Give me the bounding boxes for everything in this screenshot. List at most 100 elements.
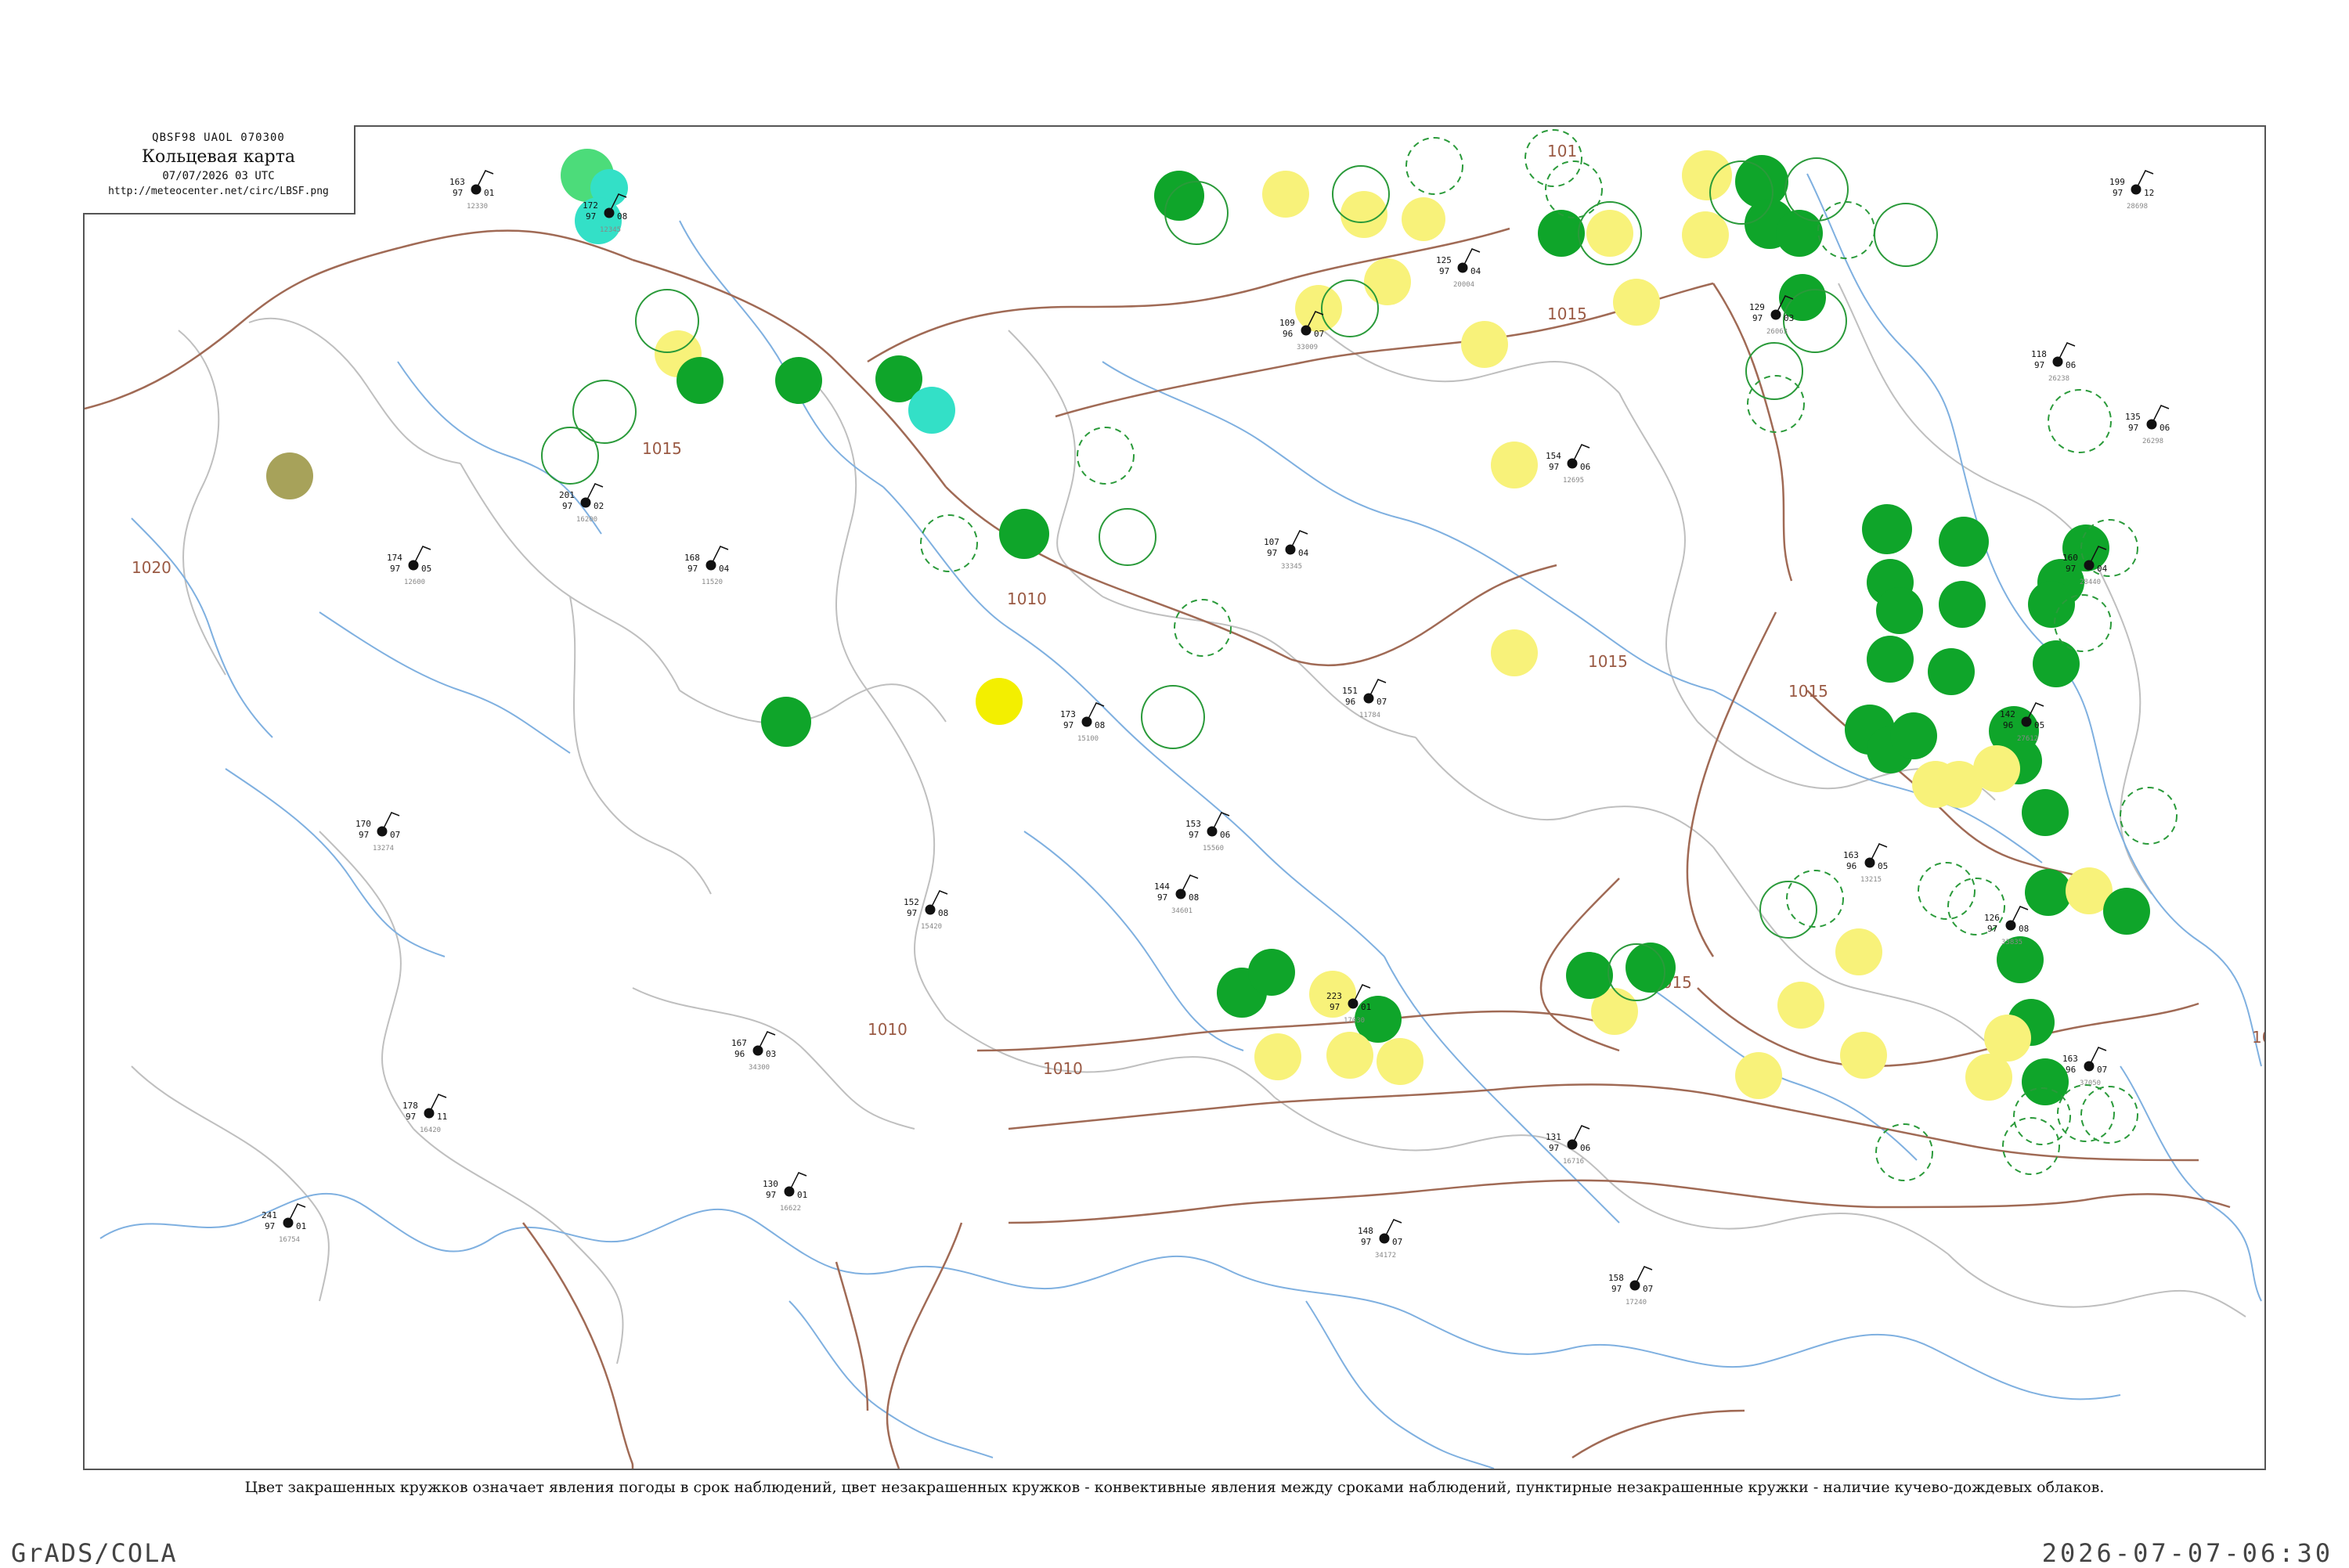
station-marker[interactable]: 17097 07 13274 <box>355 812 400 852</box>
temperature-value: 97 <box>359 830 369 840</box>
station-marker[interactable]: 14897 07 34172 <box>1358 1219 1402 1260</box>
station-marker[interactable]: 17497 05 12600 <box>387 546 431 586</box>
pressure-value: 130 <box>763 1179 778 1189</box>
bulletin-code: QBSF98 UAOL 070300 <box>152 132 285 144</box>
dewpoint-value: 05 <box>421 564 431 574</box>
temperature-value: 97 <box>1361 1237 1371 1247</box>
temperature-value: 97 <box>1752 313 1763 323</box>
isobar-label: 101 <box>1547 142 1577 160</box>
dewpoint-value: 04 <box>1298 548 1309 558</box>
pressure-value: 223 <box>1326 991 1342 1001</box>
station-id: 26238 <box>2048 375 2069 383</box>
temperature-value: 97 <box>2113 188 2123 198</box>
rivers <box>99 173 2262 1469</box>
cumulonimbus-rings <box>920 129 2178 1181</box>
temperature-value: 97 <box>907 908 917 918</box>
map-frame[interactable]: 1020101510151010101510151015101010101011… <box>83 125 2266 1470</box>
station-marker[interactable]: 16796 03 34300 <box>731 1031 776 1072</box>
temperature-value: 97 <box>586 211 596 222</box>
dewpoint-value: 08 <box>1095 720 1105 730</box>
thunderstorm-rings <box>541 157 1938 1001</box>
weather-phenomena <box>266 149 2150 1105</box>
dewpoint-value: 07 <box>1392 1237 1402 1247</box>
temperature-value: 97 <box>562 501 572 511</box>
dewpoint-value: 03 <box>766 1049 776 1059</box>
temperature-value: 97 <box>1267 548 1277 558</box>
station-id: 34601 <box>1171 907 1193 915</box>
station-marker[interactable]: 14497 08 34601 <box>1154 874 1199 915</box>
station-id: 16754 <box>279 1236 300 1244</box>
pressure-value: 178 <box>402 1101 418 1111</box>
station-marker[interactable]: 15397 06 15560 <box>1185 812 1230 852</box>
temperature-value: 97 <box>265 1221 275 1231</box>
dewpoint-value: 06 <box>1580 462 1590 472</box>
pressure-value: 163 <box>449 177 465 187</box>
temperature-value: 97 <box>1549 1143 1559 1153</box>
temperature-value: 97 <box>687 564 698 574</box>
station-marker[interactable]: 24197 01 16754 <box>262 1203 306 1244</box>
station-marker[interactable]: 11897 06 26238 <box>2031 342 2076 383</box>
station-id: 34300 <box>749 1064 770 1072</box>
station-id: 20004 <box>1453 281 1474 289</box>
temperature-value: 96 <box>2003 720 2013 730</box>
pressure-value: 172 <box>583 200 598 211</box>
dewpoint-value: 04 <box>1470 266 1481 276</box>
dewpoint-value: 08 <box>1189 892 1199 903</box>
station-marker[interactable]: 16396 07 37050 <box>2062 1047 2107 1087</box>
station-marker[interactable]: 20197 02 16200 <box>559 483 604 524</box>
pressure-value: 135 <box>2125 412 2141 422</box>
station-marker[interactable]: 17397 08 15100 <box>1060 702 1105 743</box>
station-marker[interactable]: 19997 12 28698 <box>2109 170 2154 211</box>
pressure-value: 144 <box>1154 881 1170 892</box>
station-marker[interactable]: 10797 04 33345 <box>1264 530 1309 571</box>
pressure-value: 118 <box>2031 349 2047 359</box>
pressure-value: 153 <box>1185 819 1201 829</box>
temperature-value: 96 <box>1846 861 1856 871</box>
dewpoint-value: 06 <box>1220 830 1230 840</box>
station-id: 33345 <box>1281 563 1302 571</box>
isobar-label: 1015 <box>1588 652 1628 671</box>
temperature-value: 97 <box>1439 266 1449 276</box>
station-marker[interactable]: 13597 06 26298 <box>2125 405 2170 445</box>
dewpoint-value: 06 <box>2160 423 2170 433</box>
weather-map[interactable]: 1020101510151010101510151015101010101011… <box>85 127 2264 1469</box>
station-marker[interactable]: 15196 07 11784 <box>1342 679 1387 719</box>
station-marker[interactable]: 13097 01 16622 <box>763 1172 807 1213</box>
station-marker[interactable]: 15897 07 17240 <box>1608 1266 1653 1307</box>
pressure-value: 125 <box>1436 255 1452 265</box>
station-marker[interactable]: 12697 08 33835 <box>1984 906 2029 946</box>
pressure-value: 170 <box>355 819 371 829</box>
temperature-value: 96 <box>2066 1065 2076 1075</box>
pressure-value: 107 <box>1264 537 1279 547</box>
station-id: 28698 <box>2127 203 2148 211</box>
station-marker[interactable]: 15497 06 12695 <box>1546 444 1590 485</box>
station-id: 11520 <box>702 579 723 586</box>
temperature-value: 97 <box>1330 1002 1340 1012</box>
station-id: 16420 <box>420 1126 441 1134</box>
station-marker[interactable]: 16397 01 12330 <box>449 170 494 211</box>
station-id: 12600 <box>404 579 425 586</box>
station-marker[interactable]: 12597 04 20004 <box>1436 248 1481 289</box>
pressure-value: 174 <box>387 553 402 563</box>
station-id: 13274 <box>373 845 394 852</box>
station-id: 34172 <box>1375 1252 1396 1260</box>
dewpoint-value: 07 <box>390 830 400 840</box>
station-id: 11784 <box>1359 712 1380 719</box>
station-marker[interactable]: 16396 05 13215 <box>1843 843 1888 884</box>
station-id: 27612 <box>2017 735 2038 743</box>
temperature-value: 97 <box>453 188 463 198</box>
dewpoint-value: 11 <box>437 1112 447 1122</box>
source-url[interactable]: http://meteocenter.net/circ/LBSF.png <box>83 186 354 197</box>
dewpoint-value: 01 <box>296 1221 306 1231</box>
station-marker[interactable]: 17897 11 16420 <box>402 1094 447 1134</box>
isobar-label: 1020 <box>132 558 171 577</box>
station-marker[interactable]: 13197 06 16716 <box>1546 1125 1590 1166</box>
pressure-value: 142 <box>2000 709 2015 719</box>
title-box: QBSF98 UAOL 070300 Кольцевая карта 07/07… <box>83 125 355 214</box>
temperature-value: 97 <box>1189 830 1199 840</box>
dewpoint-value: 07 <box>1643 1284 1653 1294</box>
pressure-value: 201 <box>559 490 575 500</box>
render-timestamp: 2026-07-07-06:30 <box>2041 1538 2333 1568</box>
station-marker[interactable]: 16897 04 11520 <box>684 546 730 586</box>
pressure-value: 129 <box>1749 302 1765 312</box>
